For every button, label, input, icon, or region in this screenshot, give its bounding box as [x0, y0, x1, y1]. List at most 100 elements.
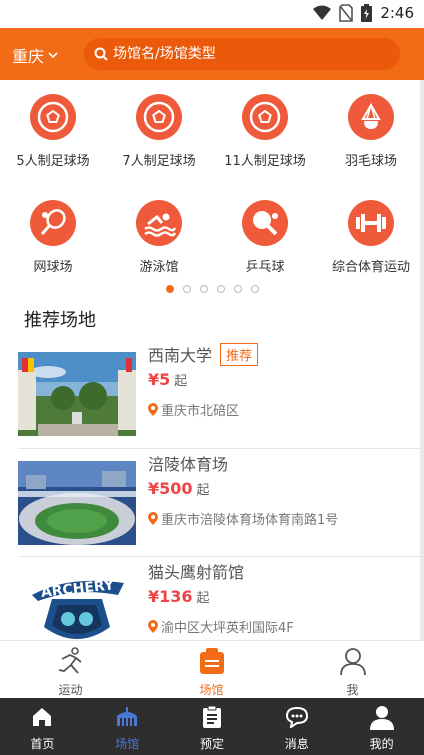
nav-messages[interactable]: 消息 [254, 704, 339, 752]
user-icon [339, 648, 366, 676]
nav-label: 首页 [30, 737, 55, 751]
tab-venue[interactable]: 场馆 [141, 645, 282, 698]
section-tab-bar: 运动 场馆 我 [0, 640, 424, 698]
category-label: 7人制足球场 [122, 154, 196, 169]
category-7-a-side-soccer[interactable]: 7人制足球场 [106, 94, 212, 169]
category-label: 综合体育运动 [331, 260, 410, 275]
venue-address: 重庆市北碚区 [148, 400, 239, 419]
category-multi-sport[interactable]: 综合体育运动 [318, 200, 424, 275]
home-icon [33, 708, 52, 726]
ping-pong-icon [242, 200, 288, 246]
venue-name-row: 猫头鹰射箭馆 [148, 559, 244, 583]
page-dot[interactable] [183, 285, 191, 293]
price-unit: 起 [196, 483, 210, 498]
location-pin-icon [148, 512, 158, 525]
location-pin-icon [148, 620, 158, 633]
page-dot[interactable] [234, 285, 242, 293]
search-input[interactable] [113, 46, 373, 62]
tennis-racket-icon [30, 200, 76, 246]
category-label: 羽毛球场 [344, 154, 397, 169]
venue-card[interactable]: 涪陵体育场 ¥500 起 重庆市涪陵体育场体育南路1号 [0, 449, 420, 557]
venue-card[interactable]: 西南大学 推荐 ¥5 起 重庆市北碚区 [0, 340, 420, 448]
top-header: 重庆 [0, 28, 424, 80]
tab-label: 我 [346, 683, 359, 697]
price-unit: 起 [196, 591, 210, 606]
venue-photo [18, 461, 136, 545]
nav-label: 我的 [369, 737, 394, 751]
wifi-icon [313, 5, 332, 20]
tab-me[interactable]: 我 [282, 645, 423, 698]
address-text: 重庆市涪陵体育场体育南路1号 [161, 513, 339, 528]
dumbbell-icon [348, 200, 394, 246]
soccer-ball-icon [242, 94, 288, 140]
bottom-navigation: 首页 场馆 预定 消息 我的 [0, 698, 424, 755]
category-label: 乒乓球 [245, 260, 285, 275]
category-tennis[interactable]: 网球场 [0, 200, 106, 275]
location-pin-icon [148, 403, 158, 416]
status-bar: 2:46 [0, 0, 424, 28]
category-label: 游泳馆 [139, 260, 179, 275]
runner-icon [58, 647, 82, 674]
page-dot[interactable] [217, 285, 225, 293]
nav-mine[interactable]: 我的 [339, 704, 424, 752]
section-title: 推荐场地 [24, 310, 96, 331]
price-value: ¥500 [148, 479, 193, 498]
nav-label: 消息 [284, 737, 309, 751]
venue-card[interactable]: ARCHERY 猫头鹰射箭馆 ¥136 起 渝中区大坪英利国际4F [0, 557, 420, 640]
swimmer-icon [136, 200, 182, 246]
tab-sport[interactable]: 运动 [0, 645, 141, 698]
page-dot[interactable] [166, 285, 174, 293]
profile-icon [369, 706, 394, 730]
venue-price: ¥136 起 [148, 587, 210, 606]
nav-booking[interactable]: 预定 [170, 704, 255, 752]
nav-venue[interactable]: 场馆 [85, 704, 170, 752]
category-swimming[interactable]: 游泳馆 [106, 200, 212, 275]
nav-home[interactable]: 首页 [0, 704, 85, 752]
soccer-ball-icon [136, 94, 182, 140]
category-5-a-side-soccer[interactable]: 5人制足球场 [0, 94, 106, 169]
venue-address: 重庆市涪陵体育场体育南路1号 [148, 509, 338, 528]
price-value: ¥5 [148, 370, 171, 389]
category-11-a-side-soccer[interactable]: 11人制足球场 [212, 94, 318, 169]
city-selector[interactable]: 重庆 [12, 43, 58, 67]
category-badminton[interactable]: 羽毛球场 [318, 94, 424, 169]
search-bar[interactable] [84, 38, 400, 70]
venue-name: 猫头鹰射箭馆 [148, 563, 245, 582]
chevron-down-icon [48, 52, 58, 59]
venue-address: 渝中区大坪英利国际4F [148, 617, 294, 636]
search-icon [94, 47, 108, 61]
status-time: 2:46 [380, 4, 414, 22]
clipboard-icon [202, 705, 221, 728]
recommend-badge: 推荐 [220, 342, 259, 366]
venue-name: 涪陵体育场 [148, 455, 229, 474]
status-icons: 2:46 [313, 4, 414, 22]
category-table-tennis[interactable]: 乒乓球 [212, 200, 318, 275]
tab-label: 运动 [58, 683, 83, 697]
address-text: 渝中区大坪英利国际4F [161, 621, 294, 636]
price-value: ¥136 [148, 587, 193, 606]
soccer-ball-icon [30, 94, 76, 140]
battery-icon [361, 4, 373, 22]
category-label: 11人制足球场 [224, 154, 306, 169]
venue-name: 西南大学 [148, 346, 213, 365]
price-unit: 起 [174, 374, 188, 389]
category-label: 5人制足球场 [16, 154, 90, 169]
venue-name-row: 涪陵体育场 [148, 451, 228, 475]
venue-icon [199, 648, 224, 674]
address-text: 重庆市北碚区 [161, 404, 240, 419]
page-dot[interactable] [200, 285, 208, 293]
nav-label: 预定 [199, 737, 224, 751]
venue-name-row: 西南大学 推荐 [148, 342, 259, 366]
venue-price: ¥500 起 [148, 479, 210, 498]
venue-photo [18, 352, 136, 436]
stadium-icon [117, 707, 138, 726]
nav-label: 场馆 [115, 737, 140, 751]
page-indicator [166, 285, 259, 293]
page-dot[interactable] [251, 285, 259, 293]
venue-price: ¥5 起 [148, 370, 187, 389]
city-label: 重庆 [12, 47, 45, 66]
shuttlecock-icon [348, 94, 394, 140]
tab-label: 场馆 [199, 683, 224, 697]
venue-logo: ARCHERY [18, 569, 136, 640]
category-label: 网球场 [33, 260, 73, 275]
